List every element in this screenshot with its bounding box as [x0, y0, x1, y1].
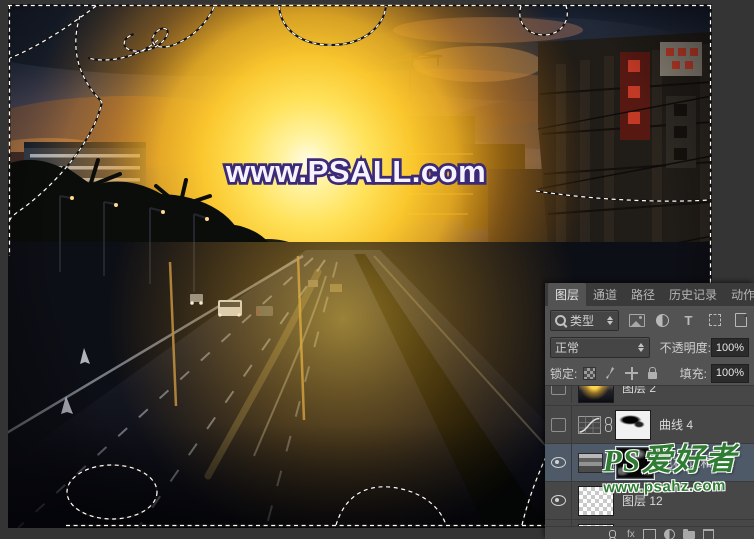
lock-row: 锁定: 填充: 100%: [545, 361, 754, 386]
mask-link-icon[interactable]: [604, 416, 613, 433]
tab-history[interactable]: 历史记录: [662, 283, 724, 306]
brush-icon: [605, 367, 617, 379]
type-icon: T: [685, 314, 693, 327]
adjustment-circle-icon: [656, 314, 669, 327]
visibility-cell[interactable]: [545, 386, 572, 403]
tab-actions[interactable]: 动作: [724, 283, 754, 306]
move-icon: [625, 367, 638, 380]
mask-link-icon[interactable]: [606, 454, 615, 471]
layer-row-hue-saturation[interactable]: 色相/饱和度 2: [545, 444, 754, 482]
blend-mode-row: 正常 不透明度: 100%: [545, 334, 754, 361]
link-layers-button[interactable]: [608, 529, 617, 539]
layer-row-empty[interactable]: 图层 12: [545, 482, 754, 520]
photoshop-window: www.PSALL.com 图层 通道 路径 历史记录 动作 类型: [0, 0, 754, 539]
layer-row-curves[interactable]: 曲线 4: [545, 406, 754, 444]
filter-shape-layers-button[interactable]: [706, 313, 723, 328]
lock-position-button[interactable]: [623, 366, 640, 380]
layer-thumbnail[interactable]: [578, 486, 614, 516]
hue-saturation-adjustment-icon[interactable]: [578, 453, 603, 473]
chevron-up-down-icon: [606, 316, 614, 325]
layer-mask-thumbnail[interactable]: [615, 410, 651, 440]
panel-footer-bar: fx: [545, 526, 754, 539]
layers-list: 图层 2 曲线 4: [545, 386, 754, 539]
filter-smart-object-button[interactable]: [732, 313, 749, 328]
layer-name: 图层 12: [622, 492, 663, 509]
fill-value[interactable]: 100%: [711, 364, 749, 383]
shape-icon: [709, 314, 721, 326]
layer-mask-thumbnail[interactable]: [617, 448, 653, 478]
visibility-checkbox-icon: [551, 418, 566, 432]
layer-thumbnail[interactable]: [578, 386, 614, 403]
visibility-cell[interactable]: [545, 444, 572, 481]
lock-label: 锁定:: [550, 365, 577, 382]
tab-paths[interactable]: 路径: [624, 283, 662, 306]
filter-type-layers-button[interactable]: T: [680, 313, 697, 328]
layer-name: 色相/饱和度 2: [661, 454, 734, 471]
psall-watermark-text: www.PSALL.com: [225, 154, 486, 189]
layer-name: 图层 2: [622, 386, 656, 396]
layer-filter-row: 类型 T: [545, 306, 754, 334]
blend-mode-value: 正常: [555, 339, 579, 356]
chevron-up-down-icon: [637, 343, 645, 352]
smart-object-icon: [735, 313, 747, 327]
panel-tab-bar: 图层 通道 路径 历史记录 动作: [545, 283, 754, 306]
new-adjustment-layer-button[interactable]: [664, 529, 675, 539]
layers-panel: 图层 通道 路径 历史记录 动作 类型 T 正常: [545, 283, 754, 539]
filter-kind-label: 类型: [570, 312, 594, 329]
new-group-button[interactable]: [683, 531, 695, 539]
checkerboard-icon: [583, 367, 596, 380]
add-mask-button[interactable]: [643, 529, 656, 539]
delete-layer-button[interactable]: [703, 529, 714, 539]
filter-pixel-layers-button[interactable]: [628, 313, 645, 328]
visibility-cell[interactable]: [545, 482, 572, 519]
layer-name: 曲线 4: [659, 416, 693, 433]
opacity-value[interactable]: 100%: [711, 338, 749, 357]
lock-pixels-button[interactable]: [602, 366, 619, 380]
filter-adjustment-layers-button[interactable]: [654, 313, 671, 328]
layer-effects-button[interactable]: fx: [627, 529, 635, 539]
lock-all-button[interactable]: [644, 366, 661, 380]
blend-mode-dropdown[interactable]: 正常: [550, 337, 650, 358]
opacity-label: 不透明度:: [660, 339, 711, 356]
visibility-cell[interactable]: [545, 406, 572, 443]
eye-icon: [551, 495, 566, 506]
fill-label: 填充:: [680, 365, 707, 382]
search-icon: [555, 315, 566, 326]
visibility-checkbox-icon: [551, 386, 566, 395]
tab-layers[interactable]: 图层: [548, 283, 586, 306]
curves-adjustment-icon[interactable]: [578, 416, 601, 434]
image-icon: [629, 314, 645, 327]
eye-icon: [551, 457, 566, 468]
lock-transparency-button[interactable]: [581, 366, 598, 380]
tab-channels[interactable]: 通道: [586, 283, 624, 306]
filter-kind-dropdown[interactable]: 类型: [550, 310, 619, 331]
padlock-icon: [648, 372, 657, 379]
layer-row-image[interactable]: 图层 2: [545, 386, 754, 406]
